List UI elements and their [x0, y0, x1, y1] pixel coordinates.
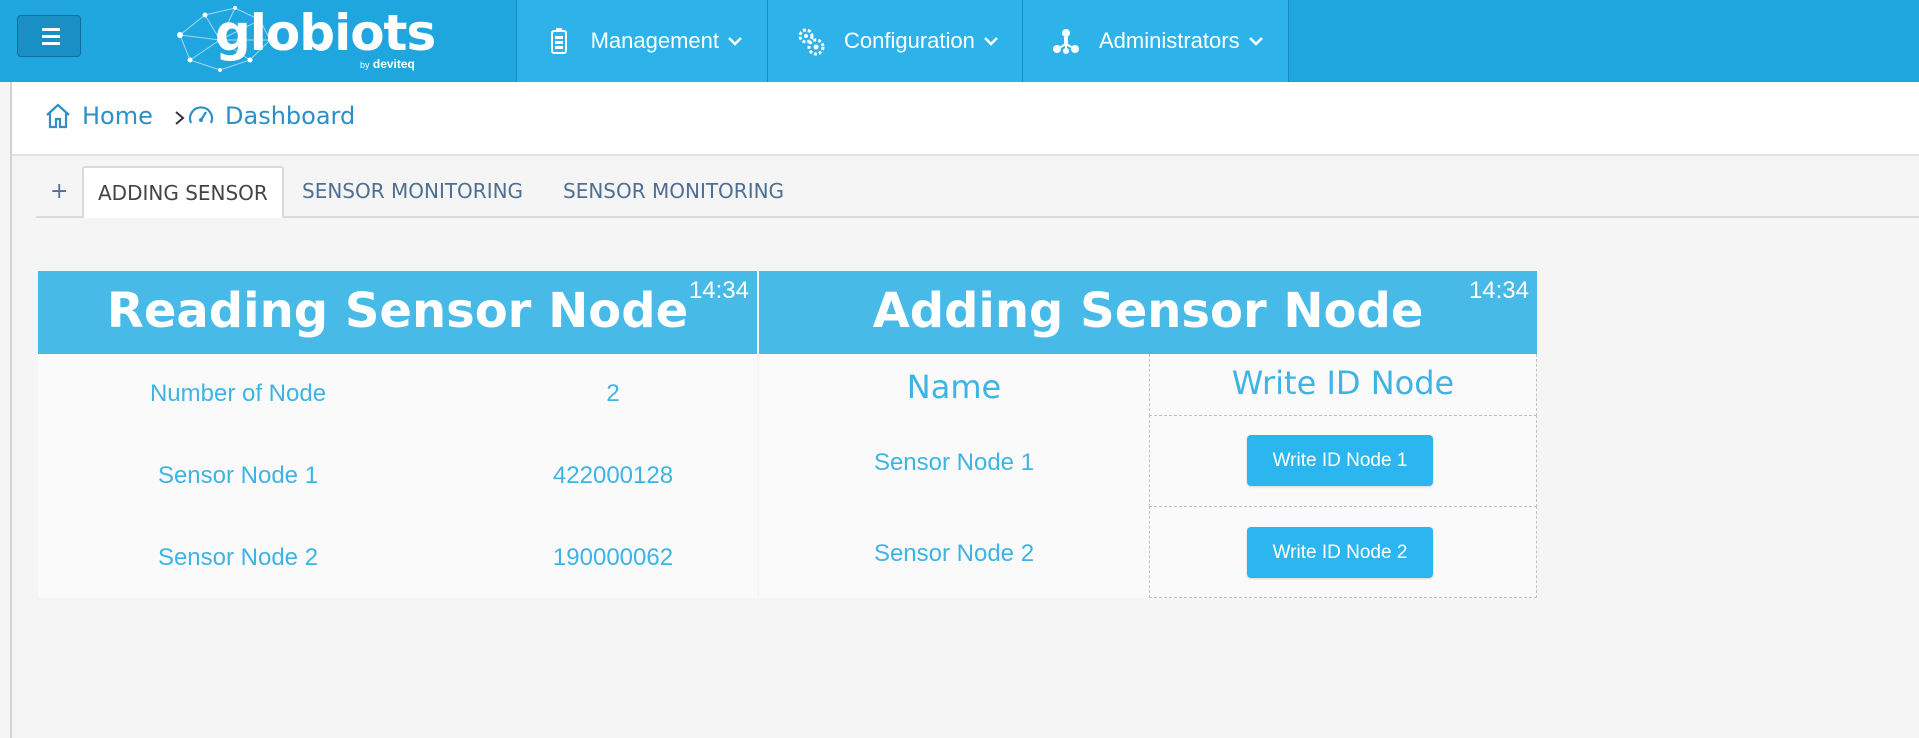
- sensor-name-1: Sensor Node 1: [873, 449, 1035, 476]
- hamburger-line: [42, 42, 60, 45]
- logo-brand: deviteq: [372, 57, 415, 71]
- reading-panel-time: 14:34: [688, 277, 749, 304]
- home-icon: [46, 103, 70, 129]
- hamburger-line: [42, 35, 60, 38]
- nav-configuration-label: Configuration: [844, 28, 975, 53]
- reading-panel-title: Reading Sensor Node: [106, 283, 689, 339]
- reading-panel-body: Number of Node 2 Sensor Node 1 422000128…: [38, 354, 757, 598]
- nav-administrators[interactable]: Administrators: [1022, 0, 1289, 82]
- adding-panel-header: Adding Sensor Node 14:34: [759, 271, 1537, 354]
- row-value-sensor-node-2: 190000062: [552, 544, 674, 571]
- tab-adding-sensor[interactable]: ADDING SENSOR: [82, 166, 284, 218]
- battery-icon: [545, 26, 573, 56]
- row-value-number-of-node: 2: [606, 380, 620, 407]
- nav-management[interactable]: Management: [516, 0, 768, 82]
- top-navbar: globiots by deviteq Management Configura…: [0, 0, 1919, 82]
- row-label-sensor-node-1: Sensor Node 1: [157, 462, 319, 489]
- write-id-node-1-button[interactable]: Write ID Node 1: [1247, 435, 1433, 486]
- adding-panel-body: Name Write ID Node Sensor Node 1 Sensor …: [759, 354, 1537, 598]
- main-nav: Management Configuration Administrators: [516, 0, 1289, 82]
- row-label-number-of-node: Number of Node: [149, 380, 327, 407]
- breadcrumb-dashboard-label: Dashboard: [225, 102, 356, 130]
- row-label-sensor-node-2: Sensor Node 2: [157, 544, 319, 571]
- logo-wordmark: globiots: [215, 4, 436, 62]
- logo-byline: by deviteq: [360, 57, 415, 71]
- menu-toggle-button[interactable]: [17, 15, 81, 57]
- adding-panel-title: Adding Sensor Node: [872, 283, 1424, 339]
- dashboard-tabs: + ADDING SENSOR SENSOR MONITORING SENSOR…: [36, 166, 1919, 218]
- network-icon: [1051, 26, 1081, 56]
- reading-panel-header: Reading Sensor Node 14:34: [38, 271, 757, 354]
- logo-by: by: [360, 60, 370, 70]
- chevron-right-icon: [175, 111, 185, 125]
- nav-management-label: Management: [590, 28, 719, 53]
- chevron-down-icon: [727, 33, 743, 49]
- gears-icon: [796, 26, 826, 56]
- breadcrumb: Home Dashboard: [12, 82, 1919, 156]
- add-tab-button[interactable]: +: [50, 166, 68, 216]
- breadcrumb-dashboard[interactable]: Dashboard: [187, 102, 355, 130]
- breadcrumb-home-label: Home: [82, 102, 153, 130]
- tab-sensor-monitoring-1[interactable]: SENSOR MONITORING: [302, 166, 523, 216]
- write-header-cell: [1149, 354, 1537, 416]
- column-header-name: Name: [906, 368, 1002, 406]
- sidebar-edge: [10, 82, 12, 738]
- hamburger-line: [42, 28, 60, 31]
- row-value-sensor-node-1: 422000128: [552, 462, 674, 489]
- globiots-logo[interactable]: globiots by deviteq: [160, 0, 440, 82]
- speedometer-icon: [188, 106, 214, 124]
- nav-configuration[interactable]: Configuration: [767, 0, 1023, 82]
- sensor-name-2: Sensor Node 2: [873, 540, 1035, 567]
- chevron-down-icon: [1248, 33, 1264, 49]
- chevron-down-icon: [983, 33, 999, 49]
- adding-panel-time: 14:34: [1468, 277, 1529, 304]
- nav-administrators-label: Administrators: [1099, 28, 1240, 53]
- tab-sensor-monitoring-2[interactable]: SENSOR MONITORING: [563, 166, 784, 216]
- breadcrumb-home[interactable]: Home: [44, 102, 153, 130]
- write-id-node-2-button[interactable]: Write ID Node 2: [1247, 527, 1433, 578]
